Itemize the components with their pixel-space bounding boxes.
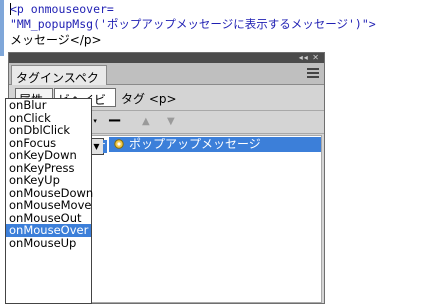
dropdown-option[interactable]: onMouseMove [6,199,91,212]
move-up-button[interactable]: ▲ [142,114,154,130]
behavior-gear-icon [114,139,124,149]
dropdown-option[interactable]: onDblClick [6,124,91,137]
collapse-close-icons[interactable]: ◂◂ ✕ [299,53,320,63]
tab-tag-inspector[interactable]: タグインスペクター [11,65,107,102]
code-view[interactable]: <p onmouseover= "MM_popupMsg('ポップアップメッセー… [0,0,435,56]
code-line-1[interactable]: <p onmouseover= [10,2,114,16]
panel-tabbar: タグインスペクター [9,63,324,102]
behavior-action-row[interactable]: ポップアップメッセージ [109,137,321,152]
dropdown-option[interactable]: onMouseUp [6,236,91,250]
code-line-2[interactable]: "MM_popupMsg('ポップアップメッセージに表示するメッセージ')"> [10,16,376,32]
dropdown-option-selected[interactable]: onMouseOver [6,224,91,237]
dropdown-option[interactable]: onBlur [6,99,91,112]
code-line-1-text: <p onmouseover= [10,2,114,16]
behavior-action-label: ポップアップメッセージ [129,137,261,151]
current-tag-label: タグ <p> [121,92,177,106]
dropdown-option[interactable]: onKeyDown [6,149,91,162]
remove-behavior-button[interactable]: − [107,112,122,130]
dropdown-option[interactable]: onKeyUp [6,174,91,187]
code-line-3[interactable]: メッセージ</p> [10,31,102,48]
event-dropdown-list[interactable]: onBlur onClick onDblClick onFocus onKeyD… [5,98,93,304]
panel-menu-icon[interactable] [307,68,319,79]
move-down-button[interactable]: ▼ [167,114,179,130]
panel-titlebar[interactable]: ◂◂ ✕ [9,53,324,63]
chevron-down-icon: ▾ [93,117,97,125]
